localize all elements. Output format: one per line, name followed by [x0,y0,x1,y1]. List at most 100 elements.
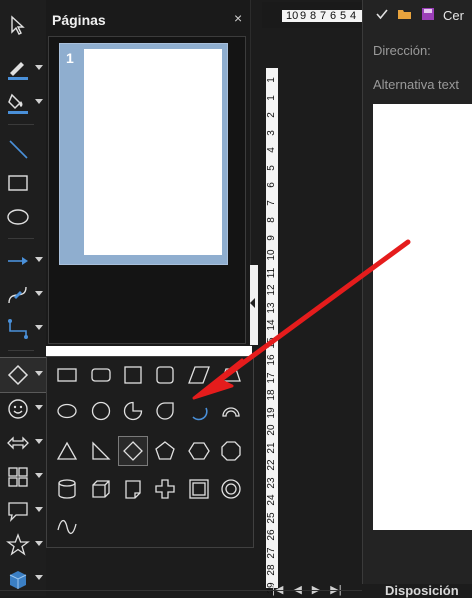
ruler-tick: 9 [300,10,307,22]
chevron-down-icon[interactable] [35,473,43,478]
chevron-down-icon[interactable] [35,325,43,330]
chevron-down-icon[interactable] [35,257,43,262]
chevron-down-icon[interactable] [35,291,43,296]
check-icon[interactable] [375,7,389,24]
ruler-tick: 24 [266,494,277,506]
ellipse-icon [4,203,32,231]
triangle-shape-icon[interactable] [53,437,81,465]
basic-shapes-icon [4,361,32,389]
chevron-down-icon[interactable] [35,507,43,512]
horizontal-ruler: 10 9 8 7 6 5 4 [262,2,364,28]
cube-shape-icon[interactable] [87,475,115,503]
line-icon [4,135,32,163]
pentagon-shape-icon[interactable] [151,437,179,465]
ruler-tick: 6 [266,182,277,188]
ruler-tick: 28 [266,564,277,576]
frame-shape-icon[interactable] [185,475,213,503]
properties-toolbar: Cer [375,6,472,24]
ruler-tick: 1 [266,77,277,83]
ruler-tick: 5 [340,10,347,22]
3d-objects-icon [4,565,32,593]
curve-icon [4,281,32,309]
ruler-tick: 21 [266,441,277,454]
chevron-down-icon[interactable] [35,371,43,376]
fill-color-tool[interactable] [0,86,46,120]
flowchart-icon [4,463,32,491]
arc-shape-icon[interactable] [217,397,245,425]
chevron-down-icon[interactable] [35,439,43,444]
callout-tool[interactable] [0,494,46,528]
ruler-tick: 27 [266,546,277,559]
ruler-tick: 19 [266,406,277,419]
chevron-down-icon[interactable] [35,541,43,546]
block-arc-shape-icon[interactable] [185,397,213,425]
save-icon[interactable] [421,7,435,24]
symbol-shapes-tool[interactable] [0,392,46,426]
chevron-down-icon[interactable] [35,65,43,70]
stars-tool[interactable] [0,528,46,562]
callout-icon [4,497,32,525]
ruler-tick: 8 [266,217,277,223]
ruler-tick: 26 [266,529,277,541]
chevron-down-icon[interactable] [35,405,43,410]
chevron-down-icon[interactable] [35,575,43,580]
line-color-tool[interactable] [0,52,46,86]
ellipse-tool[interactable] [0,200,46,234]
rectangle-shape-icon[interactable] [53,361,81,389]
select-tool[interactable] [0,8,46,42]
page-thumbnail-number: 1 [66,50,74,66]
circle-shape-icon[interactable] [87,397,115,425]
ruler-tick: 6 [330,10,337,22]
square-shape-icon[interactable] [119,361,147,389]
teardrop-shape-icon[interactable] [151,397,179,425]
line-color-icon [4,55,32,83]
basic-shapes-tool[interactable] [0,357,47,393]
hexagon-shape-icon[interactable] [185,437,213,465]
ruler-tick: 4 [350,10,357,22]
folded-corner-shape-icon[interactable] [119,475,147,503]
connector-tool[interactable] [0,312,46,346]
rounded-rectangle-shape-icon[interactable] [87,361,115,389]
page-navigation: |◀ ◀ ▶ ▶| [262,582,372,596]
ruler-tick: 8 [310,10,317,22]
symbol-shapes-icon [4,395,32,423]
ruler-tick: 7 [320,10,327,22]
page-thumbnail-preview [84,49,222,255]
block-arrows-tool[interactable] [0,426,46,460]
block-arrows-icon [4,429,32,457]
rectangle-tool[interactable] [0,166,46,200]
wave-shape-icon[interactable] [53,513,81,541]
line-tool[interactable] [0,132,46,166]
direction-label: Dirección: [373,43,431,58]
octagon-shape-icon[interactable] [217,437,245,465]
last-page-icon[interactable]: ▶| [330,583,341,596]
ruler-tick: 4 [266,147,277,153]
ruler-tick: 10 [286,10,299,22]
status-divider [0,590,362,591]
close-icon[interactable]: × [234,10,242,26]
ruler-tick: 22 [266,459,277,471]
cylinder-shape-icon[interactable] [53,475,81,503]
next-page-icon[interactable]: ▶ [312,583,320,596]
ruler-tick: 23 [266,476,277,489]
rounded-square-shape-icon[interactable] [151,361,179,389]
flowchart-tool[interactable] [0,460,46,494]
alt-text-label: Alternativa text [373,77,459,92]
cross-shape-icon[interactable] [151,475,179,503]
folder-open-icon[interactable] [397,7,413,24]
right-triangle-shape-icon[interactable] [87,437,115,465]
circle-pie-shape-icon[interactable] [119,397,147,425]
ruler-tick: 3 [266,129,277,136]
red-arrow-annotation [192,239,411,400]
prev-page-icon[interactable]: ◀ [293,583,301,596]
arrow-line-tool[interactable] [0,244,46,278]
curve-tool[interactable] [0,278,46,312]
diamond-shape-icon[interactable] [118,436,148,466]
first-page-icon[interactable]: |◀ [272,583,283,596]
chevron-down-icon[interactable] [35,99,43,104]
ellipse-shape-icon[interactable] [53,397,81,425]
ring-shape-icon[interactable] [217,475,245,503]
ruler-tick: 20 [266,424,277,436]
close-button-label[interactable]: Cer [443,8,464,23]
select-icon [4,11,32,39]
